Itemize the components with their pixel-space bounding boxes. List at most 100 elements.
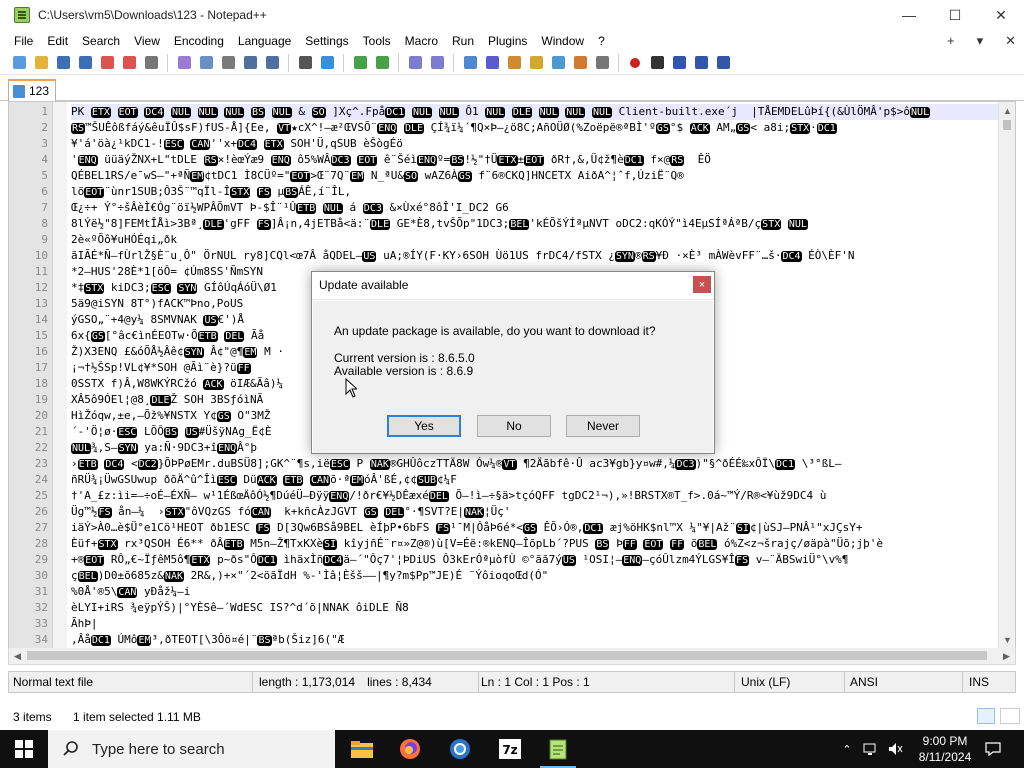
find-icon[interactable]	[296, 54, 314, 72]
line-number: 17	[34, 361, 48, 374]
word-wrap-icon[interactable]	[461, 54, 479, 72]
line-number: 6	[41, 185, 48, 198]
menu-plugins[interactable]: Plugins	[481, 34, 534, 48]
run-macro-multiple-icon[interactable]	[692, 54, 710, 72]
system-clock[interactable]: 9:00 PM 8/11/2024	[910, 732, 980, 765]
new-tab-button[interactable]: +	[947, 33, 955, 48]
sync-horizontal-icon[interactable]	[428, 54, 446, 72]
no-button[interactable]: No	[477, 415, 551, 437]
control-char-token: NUL	[71, 443, 92, 454]
menu-tools[interactable]: Tools	[356, 34, 398, 48]
line-number: 15	[34, 329, 48, 342]
clock-time: 9:00 PM	[922, 734, 968, 748]
menu-file[interactable]: File	[7, 34, 40, 48]
control-char-token: DC1	[775, 459, 796, 470]
scroll-up-icon[interactable]: ▲	[999, 102, 1015, 119]
start-button[interactable]	[0, 730, 48, 768]
open-file-icon[interactable]	[32, 54, 50, 72]
notification-icon[interactable]	[980, 730, 1006, 768]
control-char-token: DEL	[224, 331, 245, 342]
firefox-taskbar-button[interactable]	[386, 730, 434, 768]
control-char-token: SI	[735, 523, 750, 534]
mouse-pointer-icon	[345, 378, 357, 398]
control-char-token: NUL	[197, 107, 218, 118]
windows-logo-icon	[15, 740, 33, 758]
close-all-icon[interactable]	[120, 54, 138, 72]
control-char-token: NAK	[463, 507, 485, 518]
menu-macro[interactable]: Macro	[398, 34, 445, 48]
sync-vertical-icon[interactable]	[406, 54, 424, 72]
close-document-button[interactable]: ✕	[1005, 33, 1016, 49]
save-all-icon[interactable]	[76, 54, 94, 72]
menu-view[interactable]: View	[127, 34, 167, 48]
play-macro-icon[interactable]	[670, 54, 688, 72]
control-char-token: EOT	[357, 155, 378, 166]
scroll-down-icon[interactable]: ▼	[999, 631, 1015, 648]
menu-run[interactable]: Run	[445, 34, 481, 48]
details-view-icon[interactable]	[977, 708, 995, 724]
close-icon[interactable]	[98, 54, 116, 72]
chrome-taskbar-button[interactable]	[436, 730, 484, 768]
menu-window[interactable]: Window	[534, 34, 591, 48]
undo-icon[interactable]	[241, 54, 259, 72]
vertical-scroll-thumb[interactable]	[1003, 120, 1011, 130]
folder-workspace-icon[interactable]	[571, 54, 589, 72]
scroll-left-icon[interactable]: ◀	[9, 648, 26, 664]
scroll-right-icon[interactable]: ▶	[998, 648, 1015, 664]
taskbar-search[interactable]: Type here to search	[48, 730, 335, 768]
fold-margin	[53, 102, 67, 648]
indent-guide-icon[interactable]	[505, 54, 523, 72]
status-position: Ln : 1 Col : 1 Pos : 1	[479, 672, 735, 692]
doc-map-icon[interactable]	[527, 54, 545, 72]
file-explorer-taskbar-button[interactable]	[338, 730, 386, 768]
explorer-selection-info: 1 item selected 1.11 MB	[73, 710, 201, 724]
dialog-close-button[interactable]: ×	[693, 276, 711, 293]
horizontal-scroll-thumb[interactable]	[27, 651, 987, 660]
save-macro-icon[interactable]	[714, 54, 732, 72]
vertical-scrollbar[interactable]: ▲ ▼	[998, 102, 1015, 648]
menu-edit[interactable]: Edit	[40, 34, 75, 48]
zoom-out-icon[interactable]	[373, 54, 391, 72]
close-button[interactable]: ✕	[978, 0, 1024, 30]
large-icons-view-icon[interactable]	[1000, 708, 1020, 724]
tab-123[interactable]: 123	[8, 79, 56, 101]
function-list-icon[interactable]	[549, 54, 567, 72]
show-hidden-icons-icon[interactable]: ⌃	[836, 730, 858, 768]
control-char-token: FF	[622, 539, 637, 550]
zoom-in-icon[interactable]	[351, 54, 369, 72]
save-icon[interactable]	[54, 54, 72, 72]
cut-icon[interactable]	[175, 54, 193, 72]
yes-button[interactable]: Yes	[387, 415, 461, 437]
tab-list-button[interactable]: ▾	[977, 33, 984, 49]
current-version-text: Current version is : 8.6.5.0	[334, 351, 475, 365]
notepadpp-taskbar-button[interactable]	[534, 730, 582, 768]
print-icon[interactable]	[142, 54, 160, 72]
7zip-taskbar-button[interactable]: 7z	[486, 730, 534, 768]
available-version-text: Available version is : 8.6.9	[334, 364, 474, 378]
menu-settings[interactable]: Settings	[298, 34, 355, 48]
minimize-button[interactable]: —	[886, 0, 932, 30]
control-char-token: DC1	[256, 555, 277, 566]
menu-help[interactable]: ?	[591, 34, 612, 48]
stop-record-icon[interactable]	[648, 54, 666, 72]
network-icon[interactable]	[860, 730, 882, 768]
redo-icon[interactable]	[263, 54, 281, 72]
code-line: 'ENQ üüäýŽNX+L"tDLE RS×!èœÝæ9 ENQ ô5%WÂD…	[71, 153, 711, 166]
control-char-token: US	[362, 251, 377, 262]
control-char-token: SO	[311, 107, 326, 118]
new-file-icon[interactable]	[10, 54, 28, 72]
never-button[interactable]: Never	[566, 415, 640, 437]
menu-language[interactable]: Language	[231, 34, 298, 48]
maximize-button[interactable]: ☐	[932, 0, 978, 30]
menu-search[interactable]: Search	[75, 34, 127, 48]
paste-icon[interactable]	[219, 54, 237, 72]
monitoring-icon[interactable]	[593, 54, 611, 72]
replace-icon[interactable]	[318, 54, 336, 72]
horizontal-scrollbar[interactable]: ◀ ▶	[8, 648, 1016, 665]
record-macro-icon[interactable]	[626, 54, 644, 72]
show-all-chars-icon[interactable]	[483, 54, 501, 72]
menu-encoding[interactable]: Encoding	[167, 34, 231, 48]
control-char-token: ETB	[197, 331, 218, 342]
volume-icon[interactable]	[884, 730, 906, 768]
copy-icon[interactable]	[197, 54, 215, 72]
